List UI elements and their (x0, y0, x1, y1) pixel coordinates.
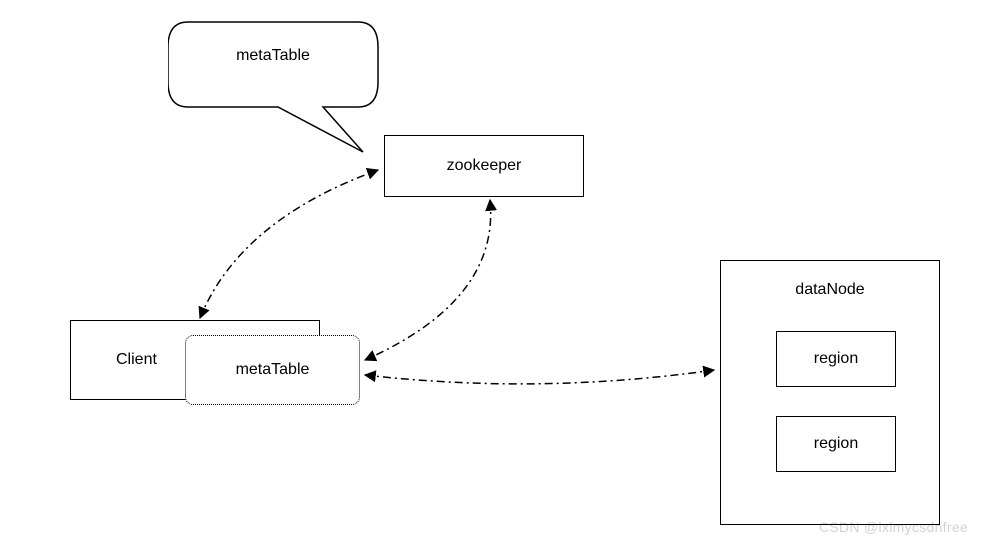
region-box-1: region (776, 331, 896, 387)
metatable-callout-label: metaTable (236, 47, 310, 73)
metatable-local-label: metaTable (236, 361, 310, 379)
datanode-box: dataNode region region (720, 260, 940, 525)
zookeeper-metatable-connection (365, 200, 491, 360)
region-label-2: region (814, 435, 858, 453)
metatable-callout: metaTable (168, 12, 378, 157)
datanode-label: dataNode (721, 281, 939, 299)
watermark-text: CSDN @lxlmycsdnfree (819, 519, 968, 535)
metatable-datanode-connection (365, 370, 714, 384)
zookeeper-label: zookeeper (447, 157, 522, 175)
zookeeper-box: zookeeper (384, 135, 584, 197)
client-zookeeper-connection (200, 170, 378, 318)
region-label-1: region (814, 350, 858, 368)
region-box-2: region (776, 416, 896, 472)
metatable-local-box: metaTable (185, 335, 360, 405)
client-label: Client (116, 351, 157, 369)
